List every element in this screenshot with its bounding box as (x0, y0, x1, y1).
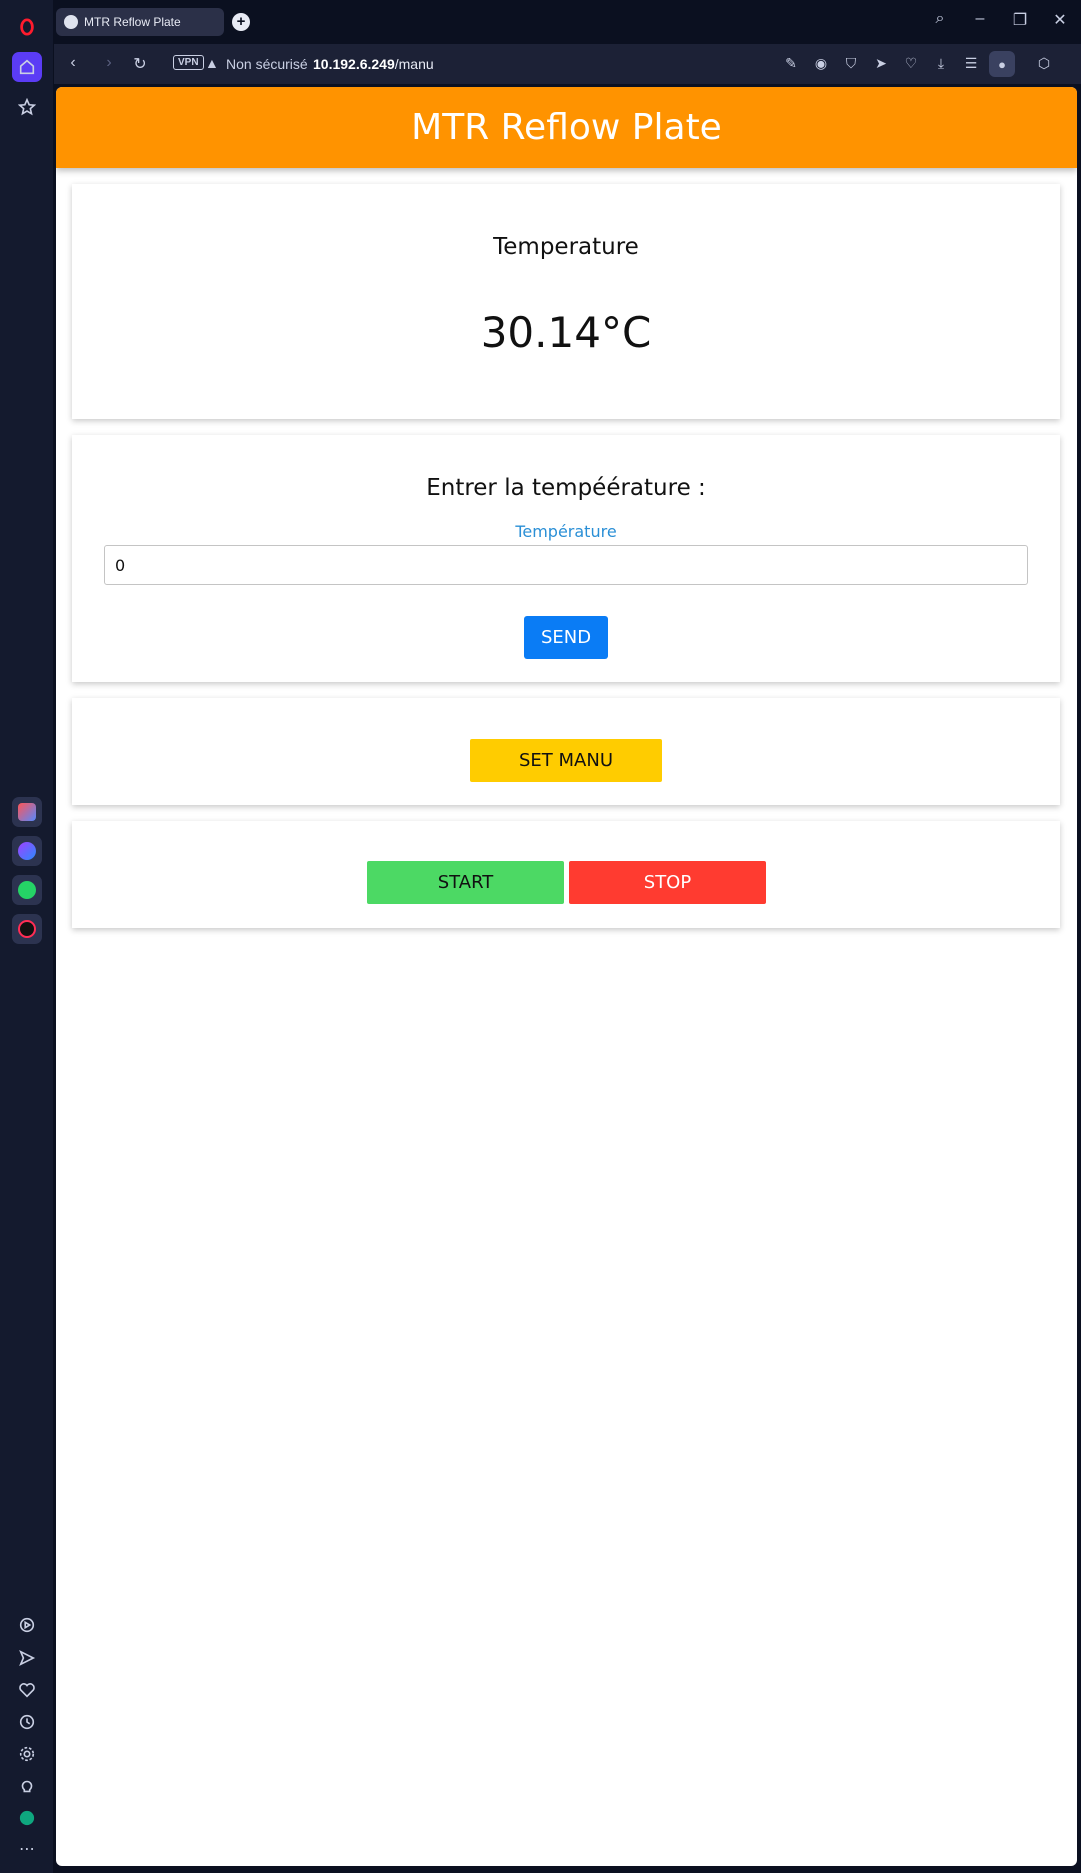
more-dots-icon[interactable]: ⋯ (12, 1834, 42, 1864)
vpn-badge[interactable]: VPN (173, 55, 204, 70)
messenger-icon[interactable] (12, 836, 42, 866)
account-a-icon[interactable] (12, 1803, 42, 1833)
temperature-field-label: Température (515, 522, 617, 541)
profile-icon[interactable]: ● (989, 51, 1015, 77)
browser-sidebar: ⋯ (0, 0, 54, 1873)
address-bar: ‹ › ↻ VPN ▲ Non sécurisé 10.192.6.249/ma… (54, 44, 1081, 84)
download-icon[interactable]: ⤓ (930, 55, 952, 72)
camera-icon[interactable]: ◉ (810, 55, 832, 72)
close-window-button[interactable]: ✕ (1048, 10, 1072, 30)
forward-button[interactable]: › (98, 54, 120, 72)
extensions-cube-icon[interactable]: ⬡ (1033, 55, 1055, 72)
page-viewport: MTR Reflow Plate Temperature 30.14°C Ent… (56, 87, 1077, 1866)
shield-icon[interactable]: ⛉ (840, 55, 862, 72)
heart-bookmark-icon[interactable]: ♡ (900, 55, 922, 72)
opera-logo-icon[interactable] (12, 12, 42, 42)
easy-setup-icon[interactable]: ☰ (960, 55, 982, 72)
history-clock-icon[interactable] (12, 1707, 42, 1737)
send-icon[interactable]: ➤ (870, 55, 892, 72)
player-icon[interactable] (12, 1610, 42, 1640)
send-button[interactable]: SEND (524, 616, 608, 659)
heart-icon[interactable] (12, 1675, 42, 1705)
whatsapp-icon[interactable] (12, 875, 42, 905)
new-tab-button[interactable]: + (232, 13, 250, 31)
tab-title: MTR Reflow Plate (84, 15, 181, 29)
temperature-entry-card: Entrer la tempéérature : Température SEN… (72, 435, 1060, 682)
start-button[interactable]: START (367, 861, 564, 904)
warning-triangle-icon[interactable]: ▲ (205, 55, 219, 71)
minimize-button[interactable]: – (968, 10, 992, 28)
restore-button[interactable]: ❐ (1008, 10, 1032, 30)
entry-title: Entrer la tempéérature : (426, 475, 706, 501)
temperature-input[interactable] (104, 545, 1028, 585)
page-header: MTR Reflow Plate (56, 87, 1077, 168)
url-host: 10.192.6.249 (313, 56, 395, 72)
temperature-value: 30.14°C (480, 308, 652, 357)
security-status[interactable]: Non sécurisé (226, 56, 308, 72)
search-tabs-icon[interactable]: ⌕ (928, 10, 952, 28)
back-button[interactable]: ‹ (62, 54, 84, 72)
home-icon[interactable] (12, 52, 42, 82)
reload-button[interactable]: ↻ (129, 54, 151, 74)
control-card: START STOP (72, 821, 1060, 928)
page-title: MTR Reflow Plate (411, 107, 722, 148)
set-manu-button[interactable]: SET MANU (470, 739, 662, 782)
stop-button[interactable]: STOP (569, 861, 766, 904)
settings-gear-icon[interactable] (12, 1739, 42, 1769)
send-arrow-icon[interactable] (12, 1643, 42, 1673)
edit-icon[interactable]: ✎ (780, 55, 802, 72)
url-field[interactable]: 10.192.6.249/manu (313, 56, 434, 72)
aria-app-icon[interactable] (12, 797, 42, 827)
url-path: /manu (394, 56, 434, 72)
globe-icon (64, 15, 78, 29)
tiktok-icon[interactable] (12, 914, 42, 944)
star-icon[interactable] (12, 92, 42, 122)
temperature-card: Temperature 30.14°C (72, 184, 1060, 419)
lightbulb-icon[interactable] (12, 1771, 42, 1801)
temperature-label: Temperature (493, 234, 639, 260)
tab-mtr-reflow-plate[interactable]: MTR Reflow Plate (56, 8, 224, 36)
mode-card: SET MANU (72, 698, 1060, 805)
tab-bar: MTR Reflow Plate + ⌕ – ❐ ✕ (54, 0, 1081, 42)
